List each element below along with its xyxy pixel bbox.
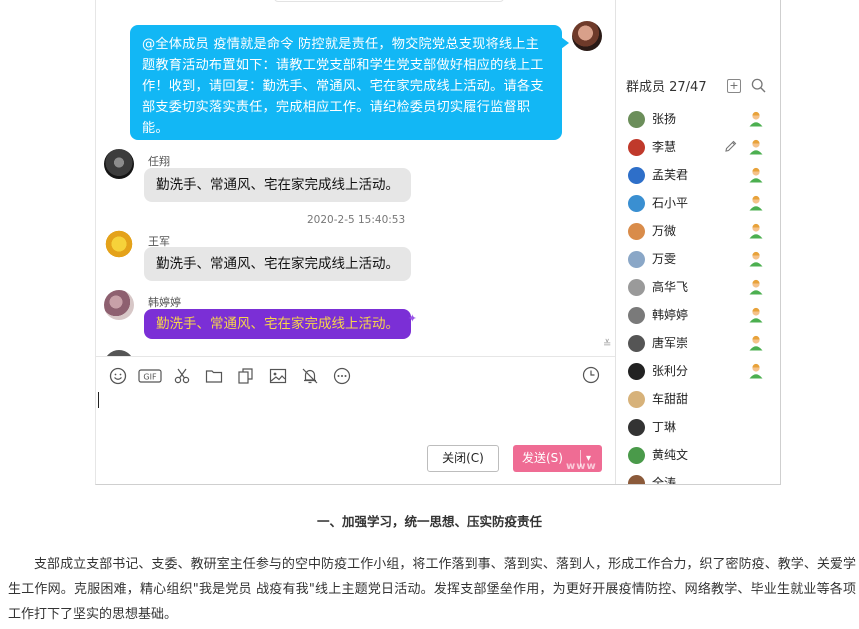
member-avatar xyxy=(628,279,645,296)
member-panel: 群成员 27/47 + 张扬李慧孟芙君石小平万微万雯高华飞韩婷婷唐军崇张利分车甜… xyxy=(615,0,780,485)
close-button[interactable]: 关闭(C) xyxy=(427,445,499,472)
folder-icon[interactable] xyxy=(198,366,230,386)
member-avatar xyxy=(628,111,645,128)
member-name: 唐军崇 xyxy=(652,336,689,350)
image-icon[interactable] xyxy=(262,366,294,386)
sender-name: 任翔 xyxy=(148,155,170,168)
add-member-icon[interactable]: + xyxy=(727,79,741,93)
bubble-tail xyxy=(561,37,569,49)
member-name: 车甜甜 xyxy=(652,392,689,406)
input-toolbar: GIF xyxy=(102,366,358,386)
send-button-label: 发送(S) xyxy=(522,451,563,465)
message-list[interactable]: @全体成员 疫情就是命令 防控就是责任，物交院党总支现将线上主题教育活动布置如下… xyxy=(96,0,616,356)
online-status-icon xyxy=(749,167,763,183)
avatar[interactable] xyxy=(104,149,134,179)
bell-off-icon[interactable] xyxy=(294,366,326,386)
online-status-icon xyxy=(749,279,763,295)
avatar[interactable] xyxy=(104,290,134,320)
member-avatar xyxy=(628,307,645,324)
input-area: GIF 关闭(C) 发送(S) ▾ www xyxy=(96,356,616,484)
avatar[interactable] xyxy=(104,229,134,259)
svg-text:GIF: GIF xyxy=(143,373,157,382)
message-bubble: 勤洗手、常通风、宅在家完成线上活动。 xyxy=(144,168,411,202)
member-item[interactable]: 李慧 xyxy=(616,132,780,160)
message-bubble: 勤洗手、常通风、宅在家完成线上活动。 xyxy=(144,247,411,281)
online-status-icon xyxy=(749,307,763,323)
member-item[interactable]: 丁琳 xyxy=(616,412,780,440)
member-name: 孟芙君 xyxy=(652,168,689,182)
file-transfer-icon[interactable] xyxy=(230,366,262,386)
member-name: 李慧 xyxy=(652,140,677,154)
member-item[interactable]: 万雯 xyxy=(616,244,780,272)
member-item[interactable]: 韩婷婷 xyxy=(616,300,780,328)
article-paragraph: 支部成立支部书记、支委、教研室主任参与的空中防疫工作小组，将工作落到事、落到实、… xyxy=(8,557,856,622)
gif-icon[interactable]: GIF xyxy=(134,366,166,386)
member-avatar xyxy=(628,447,645,464)
bubble-decoration-icon: ✦ xyxy=(407,312,417,325)
member-avatar xyxy=(628,195,645,212)
message-bubble-themed: 勤洗手、常通风、宅在家完成线上活动。 ✦ xyxy=(144,309,417,339)
member-count-title: 群成员 27/47 xyxy=(626,80,707,95)
chat-pane: @全体成员 疫情就是命令 防控就是责任，物交院党总支现将线上主题教育活动布置如下… xyxy=(96,0,616,484)
announcement-text: @全体成员 疫情就是命令 防控就是责任，物交院党总支现将线上主题教育活动布置如下… xyxy=(142,37,544,136)
member-name: 万微 xyxy=(652,224,677,238)
member-name: 石小平 xyxy=(652,196,689,210)
member-avatar xyxy=(628,167,645,184)
member-item[interactable]: 张利分 xyxy=(616,356,780,384)
member-item[interactable]: 车甜甜 xyxy=(616,384,780,412)
member-name: 黄纯文 xyxy=(652,448,689,462)
member-avatar xyxy=(628,223,645,240)
announcement-bubble: @全体成员 疫情就是命令 防控就是责任，物交院党总支现将线上主题教育活动布置如下… xyxy=(130,25,569,140)
qq-group-chat-screenshot: @全体成员 疫情就是命令 防控就是责任，物交院党总支现将线上主题教育活动布置如下… xyxy=(95,0,781,485)
search-icon[interactable] xyxy=(751,78,766,93)
member-name: 韩婷婷 xyxy=(652,308,689,322)
collapse-chevron-icon[interactable]: ≚ xyxy=(603,340,611,350)
online-status-icon xyxy=(749,139,763,155)
member-avatar xyxy=(628,475,645,484)
member-name: 张扬 xyxy=(652,112,677,126)
member-name: 高华飞 xyxy=(652,280,689,294)
article-heading: 一、加强学习，统一思想、压实防疫责任 xyxy=(316,514,542,529)
member-item[interactable]: 唐军崇 xyxy=(616,328,780,356)
watermark: www xyxy=(566,461,597,472)
member-avatar xyxy=(628,391,645,408)
history-icon[interactable] xyxy=(582,366,600,384)
online-status-icon xyxy=(749,223,763,239)
member-avatar xyxy=(628,363,645,380)
member-item[interactable]: 孟芙君 xyxy=(616,160,780,188)
edit-icon[interactable] xyxy=(724,139,738,153)
timestamp: 2020-2-5 15:40:53 xyxy=(307,214,406,226)
member-name: 张利分 xyxy=(652,364,689,378)
member-list[interactable]: 张扬李慧孟芙君石小平万微万雯高华飞韩婷婷唐军崇张利分车甜甜丁琳黄纯文全涛 xyxy=(616,104,780,485)
member-avatar xyxy=(628,139,645,156)
online-status-icon xyxy=(749,111,763,127)
sender-name: 韩婷婷 xyxy=(148,296,181,309)
member-name: 丁琳 xyxy=(652,420,677,434)
previous-message-edge xyxy=(274,0,504,2)
member-item[interactable]: 张扬 xyxy=(616,104,780,132)
member-name: 万雯 xyxy=(652,252,677,266)
more-icon[interactable] xyxy=(326,366,358,386)
member-avatar xyxy=(628,251,645,268)
member-item[interactable]: 全涛 xyxy=(616,468,780,485)
member-item[interactable]: 万微 xyxy=(616,216,780,244)
online-status-icon xyxy=(749,363,763,379)
online-status-icon xyxy=(749,335,763,351)
text-input-caret[interactable] xyxy=(98,392,99,408)
online-status-icon xyxy=(749,195,763,211)
member-item[interactable]: 石小平 xyxy=(616,188,780,216)
member-avatar xyxy=(628,335,645,352)
member-avatar xyxy=(628,419,645,436)
online-status-icon xyxy=(749,251,763,267)
member-item[interactable]: 高华飞 xyxy=(616,272,780,300)
message-text: 勤洗手、常通风、宅在家完成线上活动。 xyxy=(156,316,399,332)
self-avatar[interactable] xyxy=(572,21,602,51)
scissors-icon[interactable] xyxy=(166,366,198,386)
emoji-icon[interactable] xyxy=(102,366,134,386)
member-item[interactable]: 黄纯文 xyxy=(616,440,780,468)
member-name: 全涛 xyxy=(652,476,677,485)
